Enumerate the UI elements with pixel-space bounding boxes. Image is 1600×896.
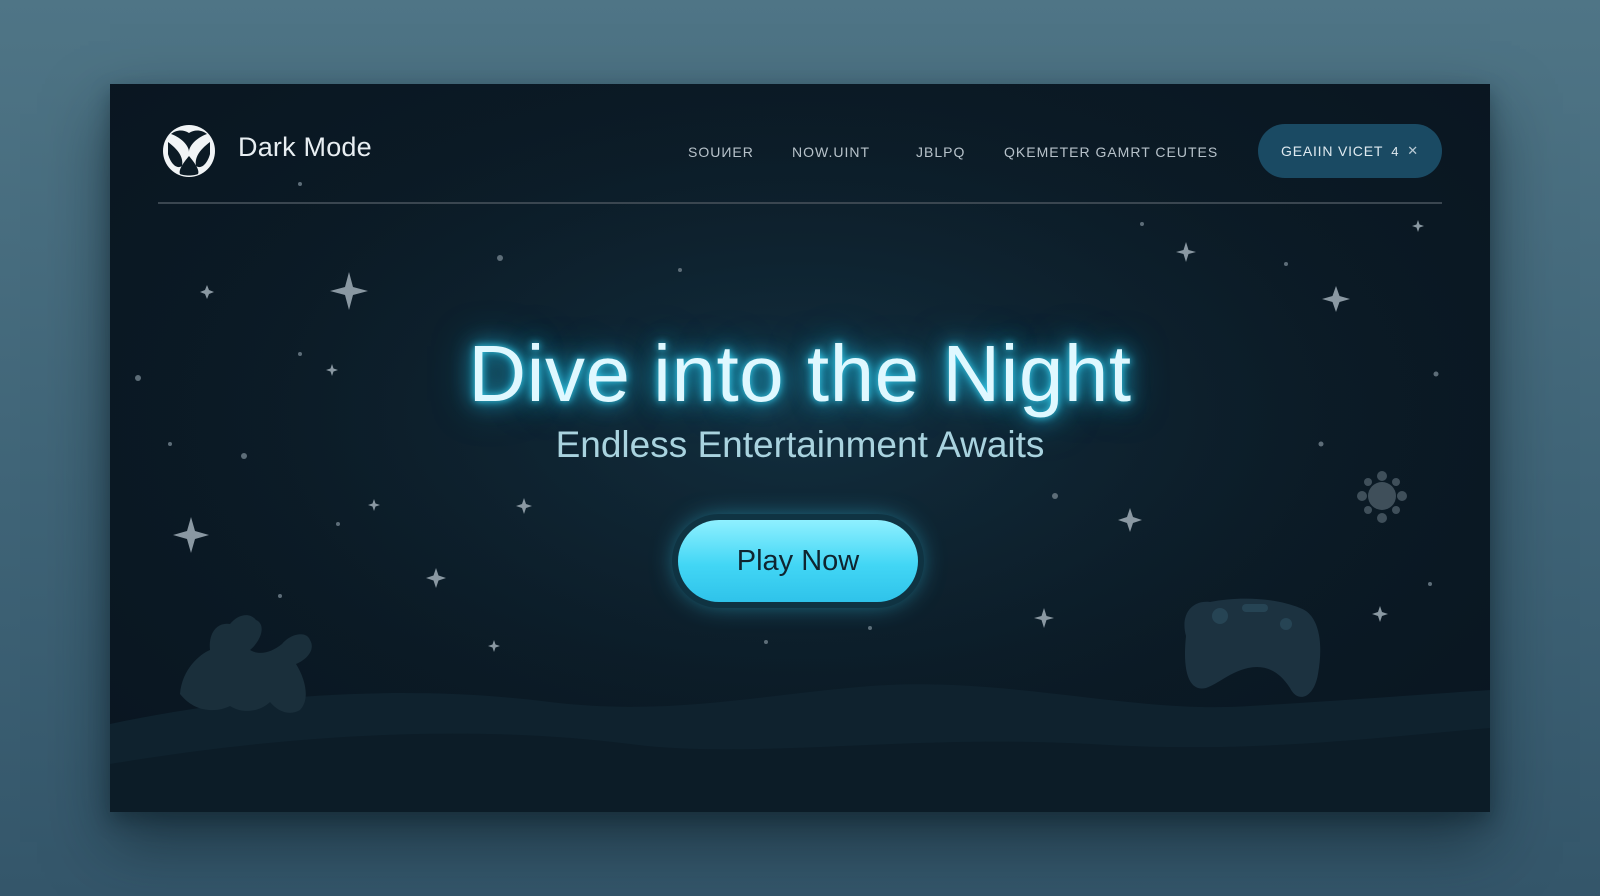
nav-link-4[interactable]: QKEMETER GAMRT CEUTES [1004,144,1218,160]
hero-title: Dive into the Night [468,329,1132,418]
xbox-logo-icon[interactable] [162,124,216,178]
cta-label: GEAIIN VICET [1281,143,1384,159]
nav-link-1[interactable]: SOUИER [688,144,754,160]
top-nav-bar: Dark Mode SOUИER NOW.UINT JBLPQ QKEMETER… [158,84,1442,204]
main-window: Dark Mode SOUИER NOW.UINT JBLPQ QKEMETER… [110,84,1490,812]
nav-link-2[interactable]: NOW.UINT [792,144,870,160]
close-icon[interactable]: ✕ [1407,143,1419,159]
header-cta-button[interactable]: GEAIIN VICET 4 ✕ [1258,124,1442,178]
hero-subtitle: Endless Entertainment Awaits [555,424,1045,465]
nav-link-3[interactable]: JBLPQ [916,144,965,160]
play-now-button[interactable]: Play Now [678,520,918,602]
cta-count: 4 [1391,143,1400,159]
brand-name: Dark Mode [238,132,372,162]
